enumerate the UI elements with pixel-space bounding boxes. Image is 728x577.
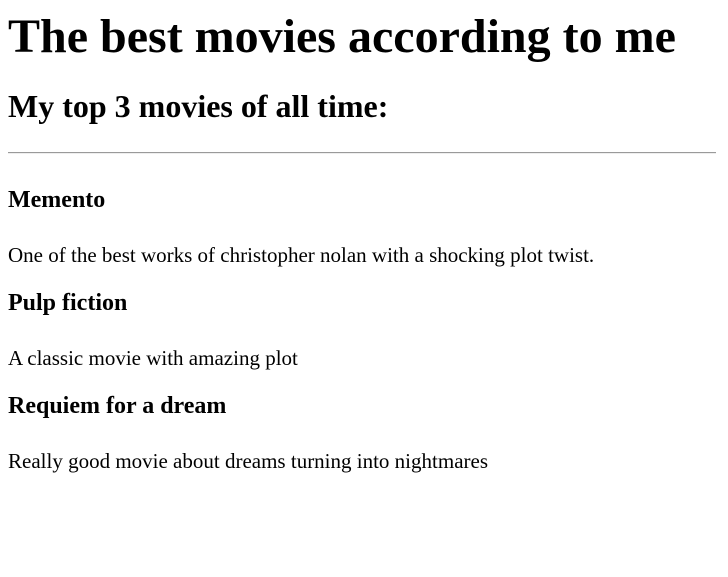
movie-description: A classic movie with amazing plot: [8, 346, 298, 370]
movie-item: Pulp fiction A classic movie with amazin…: [8, 288, 720, 371]
movie-title: Pulp fiction: [8, 290, 128, 316]
page-subtitle: My top 3 movies of all time:: [8, 88, 389, 124]
movie-description: One of the best works of christopher nol…: [8, 243, 595, 267]
page: The best movies according to me My top 3…: [0, 0, 728, 474]
page-title: The best movies according to me: [8, 10, 676, 63]
movie-title: Memento: [8, 187, 106, 213]
movie-list: Memento One of the best works of christo…: [8, 185, 720, 474]
divider: [8, 152, 716, 154]
movie-title: Requiem for a dream: [8, 393, 227, 419]
movie-item: Memento One of the best works of christo…: [8, 185, 720, 268]
movie-item: Requiem for a dream Really good movie ab…: [8, 391, 720, 474]
movie-description: Really good movie about dreams turning i…: [8, 449, 488, 473]
